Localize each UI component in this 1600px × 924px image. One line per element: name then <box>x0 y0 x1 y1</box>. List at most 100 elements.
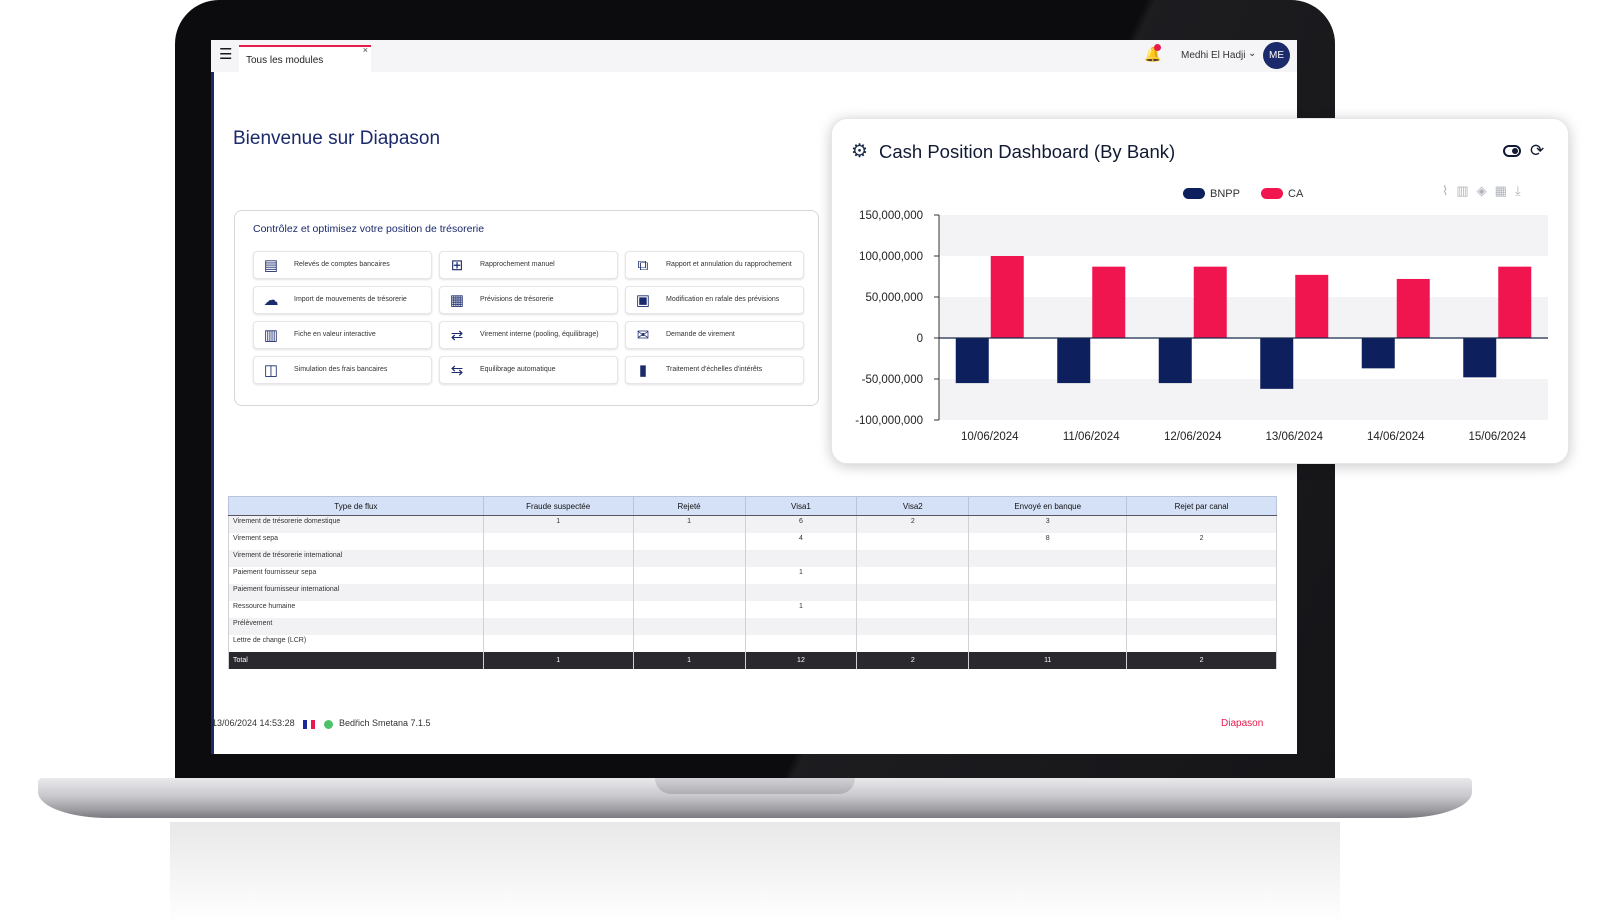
stack-icon[interactable]: ◈ <box>1477 183 1495 198</box>
cloud-import-icon: ☁ <box>263 292 279 309</box>
bar-bnpp <box>955 338 989 384</box>
table-header-row: Type de flux Fraude suspectée Rejeté Visa1 V… <box>228 496 1277 516</box>
bar-ca <box>1498 266 1532 338</box>
count-cell: 4 <box>744 532 858 550</box>
manual-matching-icon: ⊞ <box>450 257 464 274</box>
chart-toolbar: ⌇▥◈▦⤓ <box>1442 183 1529 199</box>
tab-all-modules[interactable]: Tous les modules × <box>239 45 371 72</box>
legend-label: CA <box>1288 187 1304 200</box>
column-header[interactable]: Envoyé en banque <box>968 496 1128 516</box>
module-label: Import de mouvements de trésorerie <box>294 296 407 303</box>
count-cell <box>1126 583 1277 601</box>
download-icon[interactable]: ⤓ <box>1515 183 1529 198</box>
y-tick-label: -100,000,000 <box>855 415 923 427</box>
module-tile[interactable]: ⇆ Equilibrage automatique <box>439 356 618 384</box>
count-cell <box>482 634 634 652</box>
column-header[interactable]: Visa2 <box>856 496 970 516</box>
grid-edit-icon: ▣ <box>635 292 651 309</box>
module-tile[interactable]: ✉ Demande de virement <box>625 321 804 349</box>
table-row[interactable]: Ressource humaine 1 <box>228 600 1277 618</box>
total-cell: 2 <box>856 651 970 669</box>
flow-type-cell: Paiement fournisseur sepa <box>228 566 484 584</box>
table-row[interactable]: Virement de trésorerie international <box>228 549 1277 567</box>
module-label: Traitement d'échelles d'intérêts <box>666 366 763 373</box>
french-flag-icon[interactable] <box>303 720 315 729</box>
marketing-laptop-mockup: ☰ Tous les modules × 🔔 Medhi El Hadji ⌄ … <box>0 0 1600 924</box>
status-online-icon <box>324 720 333 729</box>
module-label: Demande de virement <box>666 331 735 338</box>
value-sheet-icon: ▥ <box>263 327 279 344</box>
count-cell: 6 <box>744 515 858 533</box>
count-cell <box>744 549 858 567</box>
module-label: Modification en rafale des prévisions <box>666 296 780 303</box>
count-cell <box>968 617 1128 635</box>
interest-chart-icon: ▮ <box>638 362 648 379</box>
count-cell: 1 <box>482 515 634 533</box>
count-cell: 2 <box>1126 532 1277 550</box>
module-tile[interactable]: ⊞ Rapprochement manuel <box>439 251 618 279</box>
bar-bnpp <box>1158 338 1192 384</box>
count-cell: 1 <box>744 600 858 618</box>
y-tick-label: 50,000,000 <box>865 292 923 304</box>
legend-swatch <box>1183 188 1205 200</box>
column-header[interactable]: Rejet par canal <box>1126 496 1277 516</box>
grid-icon[interactable]: ▦ <box>1495 183 1515 198</box>
column-header[interactable]: Fraude suspectée <box>482 496 634 516</box>
total-cell: 2 <box>1126 651 1277 669</box>
module-tile[interactable]: ☁ Import de mouvements de trésorerie <box>253 286 432 314</box>
cash-position-card: ⚙ Cash Position Dashboard (By Bank) ⟳ ⌇▥… <box>831 118 1569 464</box>
bar-bnpp <box>1361 338 1395 369</box>
count-cell <box>632 532 746 550</box>
module-tile[interactable]: ▥ Fiche en valeur interactive <box>253 321 432 349</box>
table-row[interactable]: Paiement fournisseur sepa 1 <box>228 566 1277 584</box>
user-name[interactable]: Medhi El Hadji <box>1181 50 1245 61</box>
table-row[interactable]: Lettre de change (LCR) <box>228 634 1277 652</box>
grid-band <box>939 215 1548 256</box>
column-header[interactable]: Rejeté <box>632 496 746 516</box>
count-cell <box>1126 600 1277 618</box>
module-tile[interactable]: ▮ Traitement d'échelles d'intérêts <box>625 356 804 384</box>
table-row[interactable]: Paiement fournisseur international <box>228 583 1277 601</box>
chevron-down-icon[interactable]: ⌄ <box>1248 48 1256 59</box>
module-tile[interactable]: ▦ Prévisions de trésorerie <box>439 286 618 314</box>
bar-ca <box>1396 278 1430 338</box>
transfer-request-icon: ✉ <box>636 327 650 344</box>
hamburger-menu-icon[interactable]: ☰ <box>219 47 232 63</box>
avatar[interactable]: ME <box>1263 42 1290 69</box>
count-cell <box>1126 549 1277 567</box>
table-row[interactable]: Prélèvement <box>228 617 1277 635</box>
module-tile[interactable]: ▣ Modification en rafale des prévisions <box>625 286 804 314</box>
count-cell <box>856 532 970 550</box>
count-cell <box>856 583 970 601</box>
bar-chart-icon[interactable]: ▥ <box>1456 183 1476 198</box>
count-cell: 8 <box>968 532 1128 550</box>
laptop-notch <box>655 778 855 794</box>
chart-title: Cash Position Dashboard (By Bank) <box>879 141 1176 162</box>
module-tile[interactable]: ◫ Simulation des frais bancaires <box>253 356 432 384</box>
table-body: Virement de trésorerie domestique 1 1 6 2 3 Vi… <box>228 515 1277 669</box>
flow-type-cell: Ressource humaine <box>228 600 484 618</box>
bank-statement-icon: ▤ <box>263 257 279 274</box>
count-cell <box>482 549 634 567</box>
table-row[interactable]: Virement sepa 4 8 2 <box>228 532 1277 550</box>
table-row[interactable]: Virement de trésorerie domestique 1 1 6 2 3 <box>228 515 1277 533</box>
column-header[interactable]: Visa1 <box>744 496 858 516</box>
modules-card: Contrôlez et optimisez votre position de… <box>234 210 819 406</box>
grid-band <box>939 379 1548 420</box>
tab-close-icon[interactable]: × <box>363 45 368 55</box>
column-header[interactable]: Type de flux <box>228 496 484 516</box>
bar-bnpp <box>1057 338 1091 384</box>
module-tile[interactable]: ⇄ Virement interne (pooling, équilibrage) <box>439 321 618 349</box>
bar-ca <box>1295 274 1329 338</box>
count-cell <box>1126 617 1277 635</box>
module-tile[interactable]: ▤ Relevés de comptes bancaires <box>253 251 432 279</box>
x-tick-label: 11/06/2024 <box>1063 431 1120 443</box>
legend-swatch <box>1261 188 1283 200</box>
refresh-icon[interactable]: ⟳ <box>1530 141 1544 161</box>
gear-icon[interactable]: ⚙ <box>851 140 868 163</box>
line-chart-icon[interactable]: ⌇ <box>1442 183 1456 198</box>
module-tile[interactable]: ⧉ Rapport et annulation du rapprochement <box>625 251 804 279</box>
matching-report-icon: ⧉ <box>637 257 649 274</box>
flow-type-cell: Prélèvement <box>228 617 484 635</box>
toggle-icon[interactable] <box>1503 145 1521 157</box>
